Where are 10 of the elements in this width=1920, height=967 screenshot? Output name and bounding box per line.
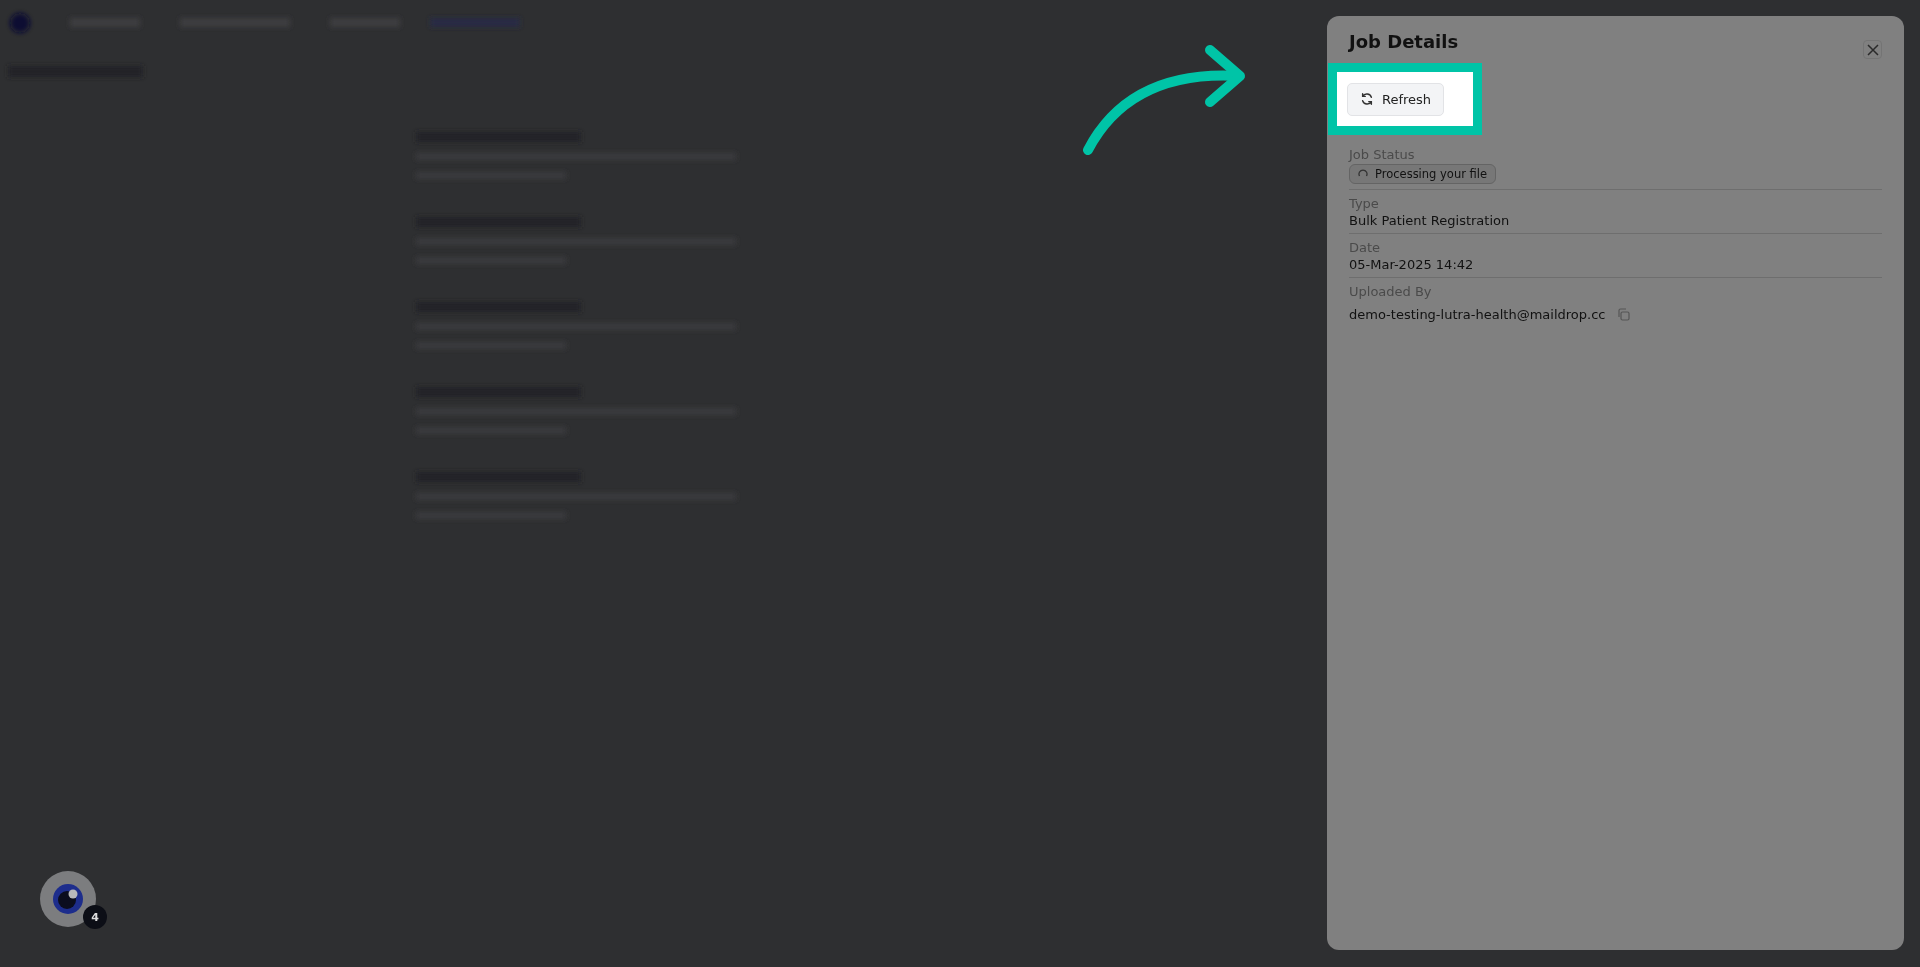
refresh-icon	[1360, 92, 1374, 106]
field-value: Bulk Patient Registration	[1349, 213, 1511, 228]
close-icon[interactable]	[1863, 40, 1882, 59]
refresh-button[interactable]: Refresh	[1347, 82, 1445, 116]
field-value: 05-Mar-2025 14:42	[1349, 257, 1475, 272]
status-badge: Processing your file	[1349, 164, 1497, 184]
field-value: demo-testing-lutra-health@maildrop.cc	[1349, 307, 1606, 322]
notification-count: 4	[83, 905, 107, 929]
spinner-icon	[1358, 169, 1368, 179]
panel-title: Job Details	[1349, 32, 1459, 52]
